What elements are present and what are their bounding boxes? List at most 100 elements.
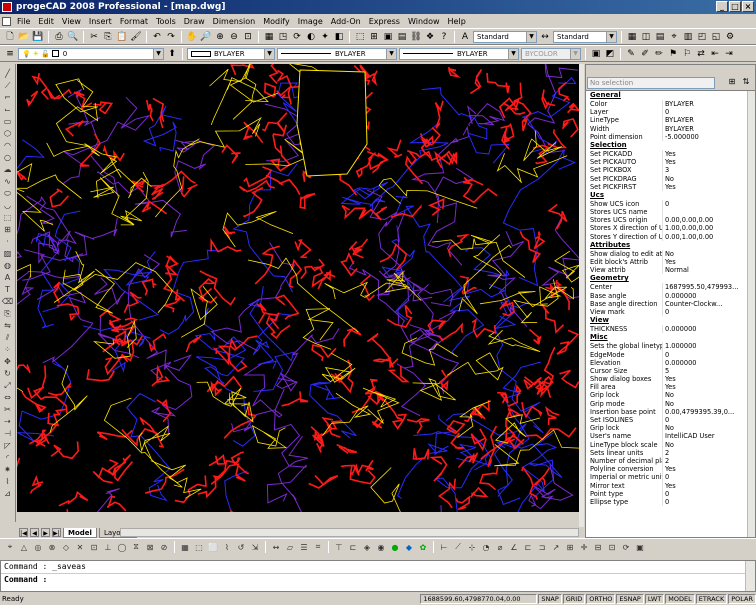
arc-icon[interactable]: ◠ <box>2 140 14 151</box>
center-mark-icon[interactable]: ✛ <box>578 541 590 553</box>
tools-icon[interactable]: ⚙ <box>724 31 736 43</box>
id-point-icon[interactable]: ⌗ <box>312 541 324 553</box>
property-row[interactable]: Width BYLAYER <box>586 124 755 133</box>
insert-block-icon[interactable]: ⬚ <box>354 31 366 43</box>
property-value[interactable]: 0.000000 <box>662 291 755 300</box>
view-render-icon[interactable]: ◆ <box>403 541 415 553</box>
property-row[interactable]: Sets the global linetype ...1.000000 <box>586 342 755 351</box>
property-row[interactable]: Show dialog boxes Yes <box>586 375 755 384</box>
property-value[interactable]: 3 <box>662 166 755 175</box>
property-section-general[interactable]: General <box>586 91 755 100</box>
select-last-icon[interactable]: ⇲ <box>249 541 261 553</box>
select-crossing-icon[interactable]: ⬜ <box>207 541 219 553</box>
property-value[interactable]: 0.00,1.00,0.00 <box>662 232 755 241</box>
print-icon[interactable]: ⎙ <box>53 31 65 43</box>
snap-toggle[interactable]: SNAP <box>538 594 562 604</box>
mtext-icon[interactable]: T <box>2 284 14 295</box>
tolerance-icon[interactable]: ⊞ <box>564 541 576 553</box>
property-row[interactable]: Set ISOLINES 0 <box>586 416 755 425</box>
named-views-icon[interactable]: ▦ <box>263 31 275 43</box>
property-row[interactable]: Polyline conversion Yes <box>586 465 755 474</box>
property-section-selection[interactable]: Selection <box>586 140 755 150</box>
menu-view[interactable]: View <box>58 17 85 26</box>
command-input[interactable]: Command : <box>1 573 755 585</box>
menu-insert[interactable]: Insert <box>85 17 116 26</box>
dim-diameter-icon[interactable]: ⌀ <box>494 541 506 553</box>
property-row[interactable]: Mirror text Yes <box>586 481 755 490</box>
property-value[interactable]: Yes <box>662 149 755 159</box>
view-3d-orbit-icon[interactable]: ◉ <box>375 541 387 553</box>
property-row[interactable]: Set PICKADD Yes <box>586 149 755 159</box>
property-value[interactable]: 0.000000 <box>662 325 755 334</box>
property-row[interactable]: Point dimension -5.000000 <box>586 132 755 141</box>
render-icon[interactable]: ✦ <box>319 31 331 43</box>
property-row[interactable]: Number of decimal places2 <box>586 456 755 466</box>
dim-radius-icon[interactable]: ◔ <box>480 541 492 553</box>
property-row[interactable]: Ellipse type 0 <box>586 497 755 507</box>
property-row[interactable]: Layer 0 <box>586 108 755 117</box>
drawing-canvas[interactable] <box>17 64 579 512</box>
3d-polyline-icon[interactable]: ⌙ <box>2 104 14 115</box>
scale-icon[interactable]: ⤢ <box>2 380 14 391</box>
osnap-quadrant-icon[interactable]: ◇ <box>60 541 72 553</box>
dim-style-icon[interactable]: ↔ <box>539 31 551 43</box>
property-row[interactable]: Grip lock No <box>586 424 755 433</box>
dim-baseline-icon[interactable]: ⊏ <box>522 541 534 553</box>
property-section-attributes[interactable]: Attributes <box>586 240 755 250</box>
dim-angular-icon[interactable]: ∠ <box>508 541 520 553</box>
osnap-apparent-icon[interactable]: ⊠ <box>144 541 156 553</box>
menu-dimension[interactable]: Dimension <box>209 17 260 26</box>
make-object-layer-current-icon[interactable]: ⬆ <box>166 48 178 60</box>
menu-edit[interactable]: Edit <box>34 17 58 26</box>
map-drawing[interactable] <box>17 64 579 512</box>
toggle-pickadd-icon[interactable]: ⇅ <box>740 76 752 88</box>
osnap-clear-icon[interactable]: ⊘ <box>158 541 170 553</box>
layer-lock-icon[interactable]: ⚑ <box>667 48 679 60</box>
menu-draw[interactable]: Draw <box>180 17 209 26</box>
hide-icon[interactable]: ◧ <box>333 31 345 43</box>
erase-icon[interactable]: ⌫ <box>2 296 14 307</box>
property-value[interactable]: 0.000000 <box>662 358 755 367</box>
canvas-vertical-scrollbar[interactable] <box>579 64 584 527</box>
array-icon[interactable]: ⁘ <box>2 344 14 355</box>
last-tab-button[interactable]: ▶| <box>52 528 61 537</box>
menu-express[interactable]: Express <box>365 17 404 26</box>
property-row[interactable]: Fill area Yes <box>586 383 755 392</box>
property-row[interactable]: Set PICKDRAG No <box>586 174 755 183</box>
property-value[interactable]: 0 <box>662 108 755 117</box>
select-all-icon[interactable]: ▦ <box>179 541 191 553</box>
property-value[interactable]: Yes <box>662 383 755 392</box>
zoom-window-icon[interactable]: ⊕ <box>214 31 226 43</box>
list-icon[interactable]: ☰ <box>298 541 310 553</box>
model-toggle[interactable]: MODEL <box>665 594 695 604</box>
external-reference-icon[interactable]: ⊞ <box>368 31 380 43</box>
property-value[interactable]: 0 <box>662 416 755 425</box>
open-icon[interactable]: 📂 <box>18 31 30 43</box>
property-row[interactable]: Show UCS icon 0 <box>586 199 755 209</box>
hyperlink-icon[interactable]: ⛓ <box>410 31 422 43</box>
property-value[interactable]: 0 <box>662 497 755 507</box>
property-row[interactable]: LineType block scale No <box>586 440 755 449</box>
osnap-node-icon[interactable]: ⊗ <box>46 541 58 553</box>
dim-update-icon[interactable]: ⟳ <box>620 541 632 553</box>
shade-icon[interactable]: ◐ <box>305 31 317 43</box>
selection-select[interactable]: No selection <box>587 77 715 89</box>
view-shade-icon[interactable]: ● <box>389 541 401 553</box>
rotate-icon[interactable]: ↻ <box>2 368 14 379</box>
circle-icon[interactable]: ○ <box>2 152 14 163</box>
property-value[interactable]: Yes <box>662 158 755 167</box>
property-row[interactable]: Color BYLAYER <box>586 100 755 109</box>
menu-image[interactable]: Image <box>294 17 327 26</box>
property-row[interactable]: Set PICKFIRST Yes <box>586 182 755 191</box>
undo-icon[interactable]: ↶ <box>151 31 163 43</box>
text-style-icon[interactable]: A <box>459 31 471 43</box>
property-value[interactable]: No <box>662 440 755 449</box>
rectangle-icon[interactable]: ▭ <box>2 116 14 127</box>
property-value[interactable]: IntelliCAD User <box>662 432 755 441</box>
property-row[interactable]: Stores UCS origin 0.00,0.00,0.00 <box>586 216 755 225</box>
text-style-select[interactable]: Standard ▼ <box>473 30 537 43</box>
select-fence-icon[interactable]: ⌇ <box>221 541 233 553</box>
select-window-icon[interactable]: ⬚ <box>193 541 205 553</box>
copy-object-icon[interactable]: ⎘ <box>2 308 14 319</box>
property-row[interactable]: Stores UCS name <box>586 208 755 217</box>
